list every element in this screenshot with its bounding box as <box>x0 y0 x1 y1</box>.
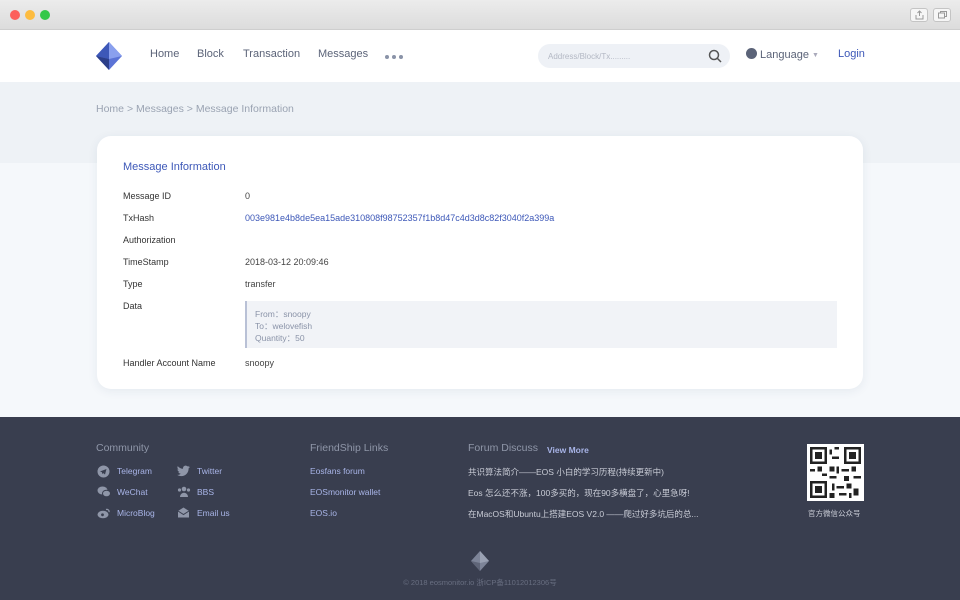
users-icon <box>177 486 191 497</box>
forum-post-link[interactable]: 共识算法简介——EOS 小白的学习历程(持续更新中) <box>468 466 664 478</box>
forum-post-link[interactable]: Eos 怎么还不涨，100多买的，现在90多横盘了，心里急呀! <box>468 487 690 499</box>
maximize-window-button[interactable] <box>40 10 50 20</box>
breadcrumb-home[interactable]: Home <box>96 103 124 115</box>
field-label-handler-account: Handler Account Name <box>123 358 216 368</box>
site-footer: Community Telegram Twitter WeChat BBS Mi… <box>0 417 960 600</box>
twitter-icon <box>177 465 190 477</box>
friendship-heading: FriendShip Links <box>310 442 389 454</box>
nav-messages[interactable]: Messages <box>318 48 368 60</box>
eos-monitor-logo-icon[interactable] <box>96 42 122 70</box>
share-icon[interactable] <box>910 8 928 22</box>
window-titlebar <box>0 0 960 30</box>
search-icon[interactable] <box>708 49 722 63</box>
login-link[interactable]: Login <box>838 48 865 60</box>
twitter-link[interactable]: Twitter <box>177 465 223 477</box>
microblog-label: MicroBlog <box>117 508 155 518</box>
field-value-message-id: 0 <box>245 191 251 201</box>
wechat-qr-code <box>807 444 864 501</box>
field-label-data: Data <box>123 301 143 311</box>
bbs-link[interactable]: BBS <box>177 486 215 497</box>
search-box <box>538 44 730 68</box>
wechat-icon <box>97 486 111 498</box>
language-label: Language <box>760 49 809 61</box>
qr-caption: 官方微信公众号 <box>808 509 861 518</box>
community-heading: Community <box>96 442 150 454</box>
email-link[interactable]: Email us <box>177 507 230 518</box>
footer-logo-icon <box>471 551 489 571</box>
field-label-txhash: TxHash <box>123 213 155 223</box>
breadcrumb-separator: > <box>186 103 193 115</box>
field-label-timestamp: TimeStamp <box>123 257 169 267</box>
telegram-icon <box>97 465 110 478</box>
nav-home[interactable]: Home <box>150 48 179 60</box>
forum-heading: Forum Discuss <box>468 442 539 454</box>
data-from: From：snoopy <box>255 309 311 319</box>
data-block: From：snoopy To：welovefish Quantity：50 <box>245 301 837 348</box>
view-more-link[interactable]: View More <box>547 445 589 455</box>
nav-transaction[interactable]: Transaction <box>243 48 300 60</box>
data-to: To：welovefish <box>255 321 313 331</box>
forum-post-link[interactable]: 在MacOS和Ubuntu上搭建EOS V2.0 ——爬过好多坑后的总... <box>468 508 699 520</box>
field-value-handler-account: snoopy <box>245 358 275 368</box>
card-title: Message Information <box>123 161 226 173</box>
globe-icon <box>746 48 757 59</box>
wechat-label: WeChat <box>117 487 148 497</box>
message-info-card: Message Information Message ID 0 TxHash … <box>97 136 863 389</box>
breadcrumb-messages[interactable]: Messages <box>136 103 184 115</box>
field-value-timestamp: 2018-03-12 20:09:46 <box>245 257 329 267</box>
more-menu-icon[interactable] <box>385 54 403 60</box>
microblog-link[interactable]: MicroBlog <box>97 508 155 519</box>
envelope-icon <box>177 507 190 518</box>
copyright-text: © 2018 eosmonitor.io 浙ICP备11012012306号 <box>403 578 557 587</box>
data-quantity: Quantity：50 <box>255 333 305 343</box>
close-window-button[interactable] <box>10 10 20 20</box>
language-selector[interactable]: Language ▼ <box>746 48 819 61</box>
eosfans-forum-link[interactable]: Eosfans forum <box>310 466 365 476</box>
nav-block[interactable]: Block <box>197 48 224 60</box>
telegram-link[interactable]: Telegram <box>97 465 152 478</box>
weibo-icon <box>97 508 110 519</box>
field-label-message-id: Message ID <box>123 191 172 201</box>
site-header: Home Block Transaction Messages Language… <box>0 30 960 82</box>
field-label-type: Type <box>123 279 143 289</box>
eos-io-link[interactable]: EOS.io <box>310 508 337 518</box>
breadcrumb-separator: > <box>126 103 134 115</box>
breadcrumb: Home > Messages > Message Information <box>96 103 294 115</box>
minimize-window-button[interactable] <box>25 10 35 20</box>
bbs-label: BBS <box>197 487 215 497</box>
field-value-type: transfer <box>245 279 276 289</box>
chevron-down-icon: ▼ <box>811 52 819 59</box>
breadcrumb-current: Message Information <box>195 103 294 115</box>
tabs-icon[interactable] <box>933 8 951 22</box>
search-input[interactable] <box>548 48 698 64</box>
telegram-label: Telegram <box>117 466 152 476</box>
wechat-link[interactable]: WeChat <box>97 486 148 498</box>
twitter-label: Twitter <box>197 466 223 476</box>
txhash-link[interactable]: 003e981e4b8de5ea15ade310808f98752357f1b8… <box>245 213 554 223</box>
email-label: Email us <box>197 508 230 518</box>
field-label-authorization: Authorization <box>123 235 176 245</box>
eosmonitor-wallet-link[interactable]: EOSmonitor wallet <box>310 487 380 497</box>
